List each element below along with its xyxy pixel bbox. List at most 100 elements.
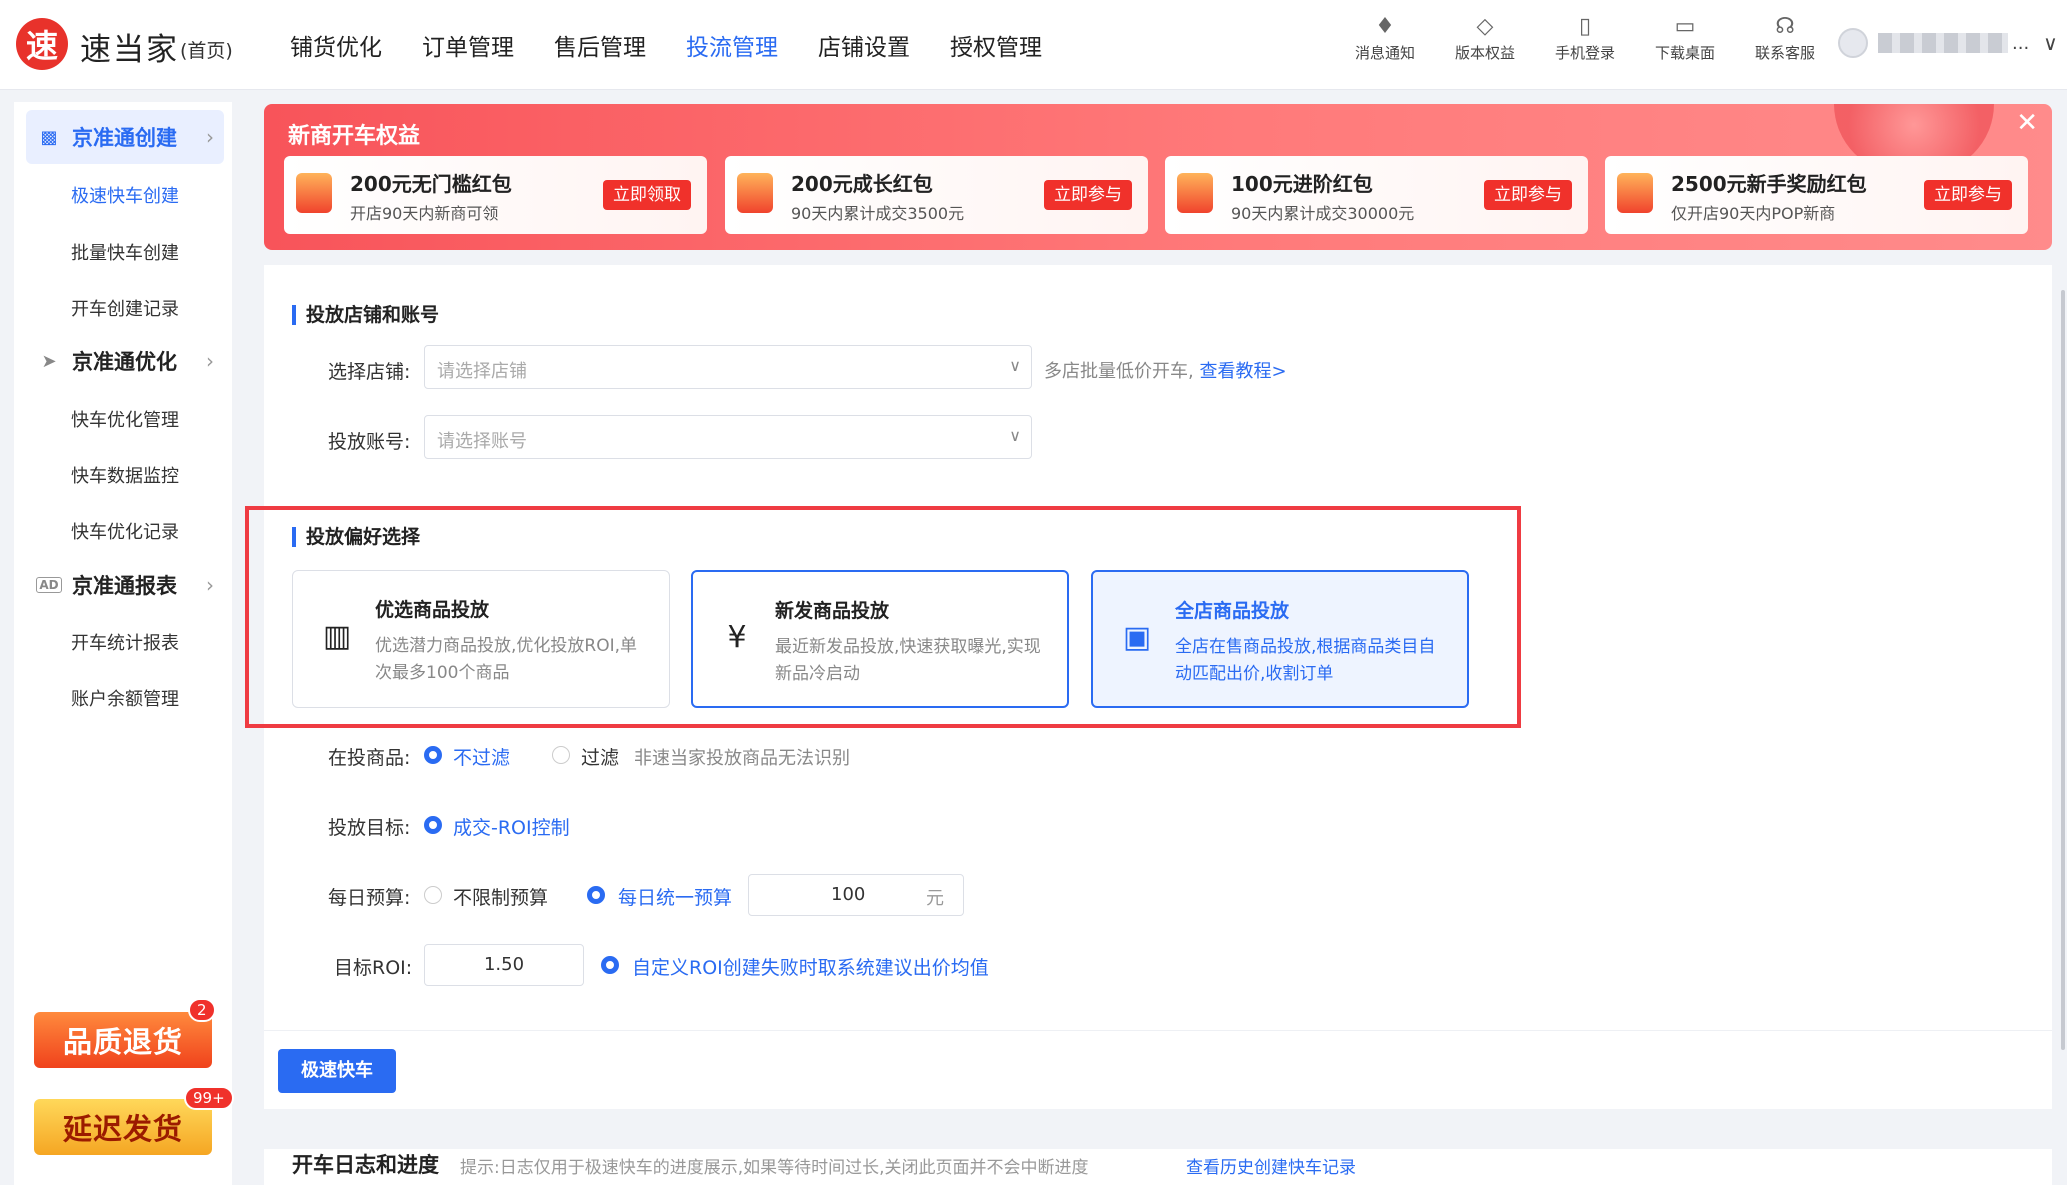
nav-item-traffic[interactable]: 投流管理	[686, 28, 778, 62]
header-tools: ♦ 消息通知 ◇ 版本权益 ▯ 手机登录 ▭ 下载桌面 ☊ 联系客服	[1335, 12, 1835, 63]
shop-select[interactable]: 请选择店铺 ∨	[424, 345, 1032, 389]
filter-hint: 非速当家投放商品无法识别	[634, 748, 850, 769]
sidebar-group-jzt-optimize[interactable]: ➤ 京准通优化 ›	[26, 334, 224, 388]
nav-item-after-sales[interactable]: 售后管理	[554, 28, 646, 62]
user-menu[interactable]: ... ∨	[1838, 28, 2058, 58]
bag-icon: ▣	[1122, 620, 1152, 655]
log-title: 开车日志和进度	[292, 1153, 439, 1177]
shop-hint: 多店批量低价开车, 查看教程>	[1044, 361, 1287, 382]
sidebar: ▩ 京准通创建 › 极速快车创建 批量快车创建 开车创建记录 ➤ 京准通优化 ›…	[14, 102, 234, 1185]
sidebar-group-jzt-report[interactable]: AD 京准通报表 ›	[26, 558, 224, 612]
roi-label: 目标ROI:	[334, 957, 413, 979]
user-name-blurred	[1878, 33, 2008, 53]
tool-support[interactable]: ☊ 联系客服	[1735, 12, 1835, 63]
banner-title: 新商开车权益	[288, 124, 421, 149]
top-header: 速 速当家 (首页) 铺货优化 订单管理 售后管理 投流管理 店铺设置 授权管理…	[0, 0, 2067, 90]
banner-card-1: 200元无门槛红包 开店90天内新商可领 立即领取	[284, 156, 707, 234]
monitor-icon: ▭	[1674, 14, 1696, 39]
account-select[interactable]: 请选择账号 ∨	[424, 415, 1032, 459]
pref-card-all-shop[interactable]: ▣ 全店商品投放 全店在售商品投放,根据商品类目自动匹配出价,收割订单	[1091, 570, 1469, 708]
fast-car-submit-button[interactable]: 极速快车	[278, 1049, 396, 1093]
section-gap	[264, 1109, 2052, 1149]
brand-logo[interactable]: 速	[16, 18, 68, 70]
chart-icon: ▩	[40, 126, 58, 148]
pref-card-optimized[interactable]: ▥ 优选商品投放 优选潜力商品投放,优化投放ROI,单次最多100个商品	[292, 570, 670, 708]
sidebar-item-opt-records[interactable]: 快车优化记录	[71, 518, 179, 544]
goal-radio[interactable]	[424, 816, 442, 834]
join-button[interactable]: 立即参与	[1044, 180, 1132, 210]
no-limit-radio[interactable]	[424, 886, 442, 904]
sidebar-item-balance[interactable]: 账户余额管理	[71, 685, 179, 711]
budget-label: 每日预算:	[328, 887, 411, 909]
section-title-shop-account: 投放店铺和账号	[292, 305, 439, 325]
daily-budget-label[interactable]: 每日统一预算	[618, 883, 732, 910]
sidebar-item-create-records[interactable]: 开车创建记录	[71, 295, 179, 321]
chevron-right-icon: ›	[206, 349, 214, 373]
history-link[interactable]: 查看历史创建快车记录	[1186, 1153, 1356, 1178]
bar-chart-icon: ▥	[322, 619, 352, 654]
chevron-right-icon: ›	[206, 573, 214, 597]
account-label: 投放账号:	[328, 431, 411, 453]
sidebar-item-stats-report[interactable]: 开车统计报表	[71, 629, 179, 655]
daily-budget-radio[interactable]	[587, 886, 605, 904]
red-packet-icon	[296, 173, 332, 213]
send-icon: ➤	[41, 350, 57, 372]
sidebar-item-opt-manage[interactable]: 快车优化管理	[71, 406, 179, 432]
chevron-down-icon: ∨	[1009, 356, 1021, 375]
avatar	[1838, 28, 1868, 58]
tutorial-link[interactable]: 查看教程>	[1199, 361, 1286, 382]
roi-custom-radio[interactable]	[601, 956, 619, 974]
join-button[interactable]: 立即参与	[1484, 180, 1572, 210]
claim-button[interactable]: 立即领取	[603, 180, 691, 210]
delayed-shipping-badge[interactable]: 延迟发货	[34, 1099, 212, 1155]
ad-icon: AD	[36, 577, 62, 593]
calendar-yen-icon: ¥	[727, 620, 747, 655]
no-limit-label[interactable]: 不限制预算	[453, 883, 548, 910]
red-packet-icon	[737, 173, 773, 213]
roi-input[interactable]: 1.50	[424, 944, 584, 986]
sidebar-group-jzt-create[interactable]: ▩ 京准通创建 ›	[26, 110, 224, 164]
shop-label: 选择店铺:	[328, 361, 411, 383]
banner-card-3: 100元进阶红包 90天内累计成交30000元 立即参与	[1165, 156, 1588, 234]
delayed-shipping-count: 99+	[184, 1086, 234, 1110]
tool-notifications[interactable]: ♦ 消息通知	[1335, 12, 1435, 63]
banner-card-2: 200元成长红包 90天内累计成交3500元 立即参与	[725, 156, 1148, 234]
scrollbar[interactable]	[2061, 290, 2065, 1050]
divider	[264, 1030, 2052, 1031]
nav-item-orders[interactable]: 订单管理	[422, 28, 514, 62]
tool-download-desktop[interactable]: ▭ 下载桌面	[1635, 12, 1735, 63]
nav-item-shop-settings[interactable]: 店铺设置	[818, 28, 910, 62]
on-sale-label: 在投商品:	[328, 747, 411, 769]
chevron-down-icon: ∨	[1009, 426, 1021, 445]
phone-icon: ▯	[1578, 14, 1592, 39]
sidebar-item-batch-create[interactable]: 批量快车创建	[71, 239, 179, 265]
filter-label[interactable]: 过滤	[581, 743, 619, 770]
no-filter-label[interactable]: 不过滤	[453, 743, 510, 770]
filter-radio[interactable]	[552, 746, 570, 764]
nav-item-authorization[interactable]: 授权管理	[950, 28, 1042, 62]
goal-option[interactable]: 成交-ROI控制	[453, 813, 570, 840]
pref-card-new[interactable]: ¥ 新发商品投放 最近新发品投放,快速获取曝光,实现新品冷启动	[691, 570, 1069, 708]
brand-name[interactable]: 速当家	[80, 24, 179, 69]
roi-custom-label[interactable]: 自定义ROI创建失败时取系统建议出价均值	[632, 953, 989, 980]
sidebar-item-fast-create[interactable]: 极速快车创建	[71, 182, 179, 208]
chevron-down-icon: ∨	[2043, 31, 2058, 55]
close-icon[interactable]: ✕	[2016, 108, 2038, 138]
tool-mobile-login[interactable]: ▯ 手机登录	[1535, 12, 1635, 63]
section-title-preference: 投放偏好选择	[292, 527, 420, 547]
banner-card-4: 2500元新手奖励红包 仅开店90天内POP新商 立即参与	[1605, 156, 2028, 234]
goal-label: 投放目标:	[328, 817, 411, 839]
nav-item-distribution[interactable]: 铺货优化	[290, 28, 382, 62]
brand-home-tag[interactable]: (首页)	[180, 36, 233, 63]
log-hint: 提示:日志仅用于极速快车的进度展示,如果等待时间过长,关闭此页面并不会中断进度	[460, 1158, 1089, 1178]
join-button[interactable]: 立即参与	[1924, 180, 2012, 210]
red-packet-icon	[1177, 173, 1213, 213]
quality-return-badge[interactable]: 品质退货	[34, 1012, 212, 1068]
new-merchant-banner: 新商开车权益 ✕ 200元无门槛红包 开店90天内新商可领 立即领取 200元成…	[264, 104, 2052, 250]
sidebar-item-data-monitor[interactable]: 快车数据监控	[71, 462, 179, 488]
red-packet-icon	[1617, 173, 1653, 213]
no-filter-radio[interactable]	[424, 746, 442, 764]
bell-icon: ♦	[1375, 14, 1395, 39]
headset-icon: ☊	[1775, 14, 1795, 39]
tool-version[interactable]: ◇ 版本权益	[1435, 12, 1535, 63]
